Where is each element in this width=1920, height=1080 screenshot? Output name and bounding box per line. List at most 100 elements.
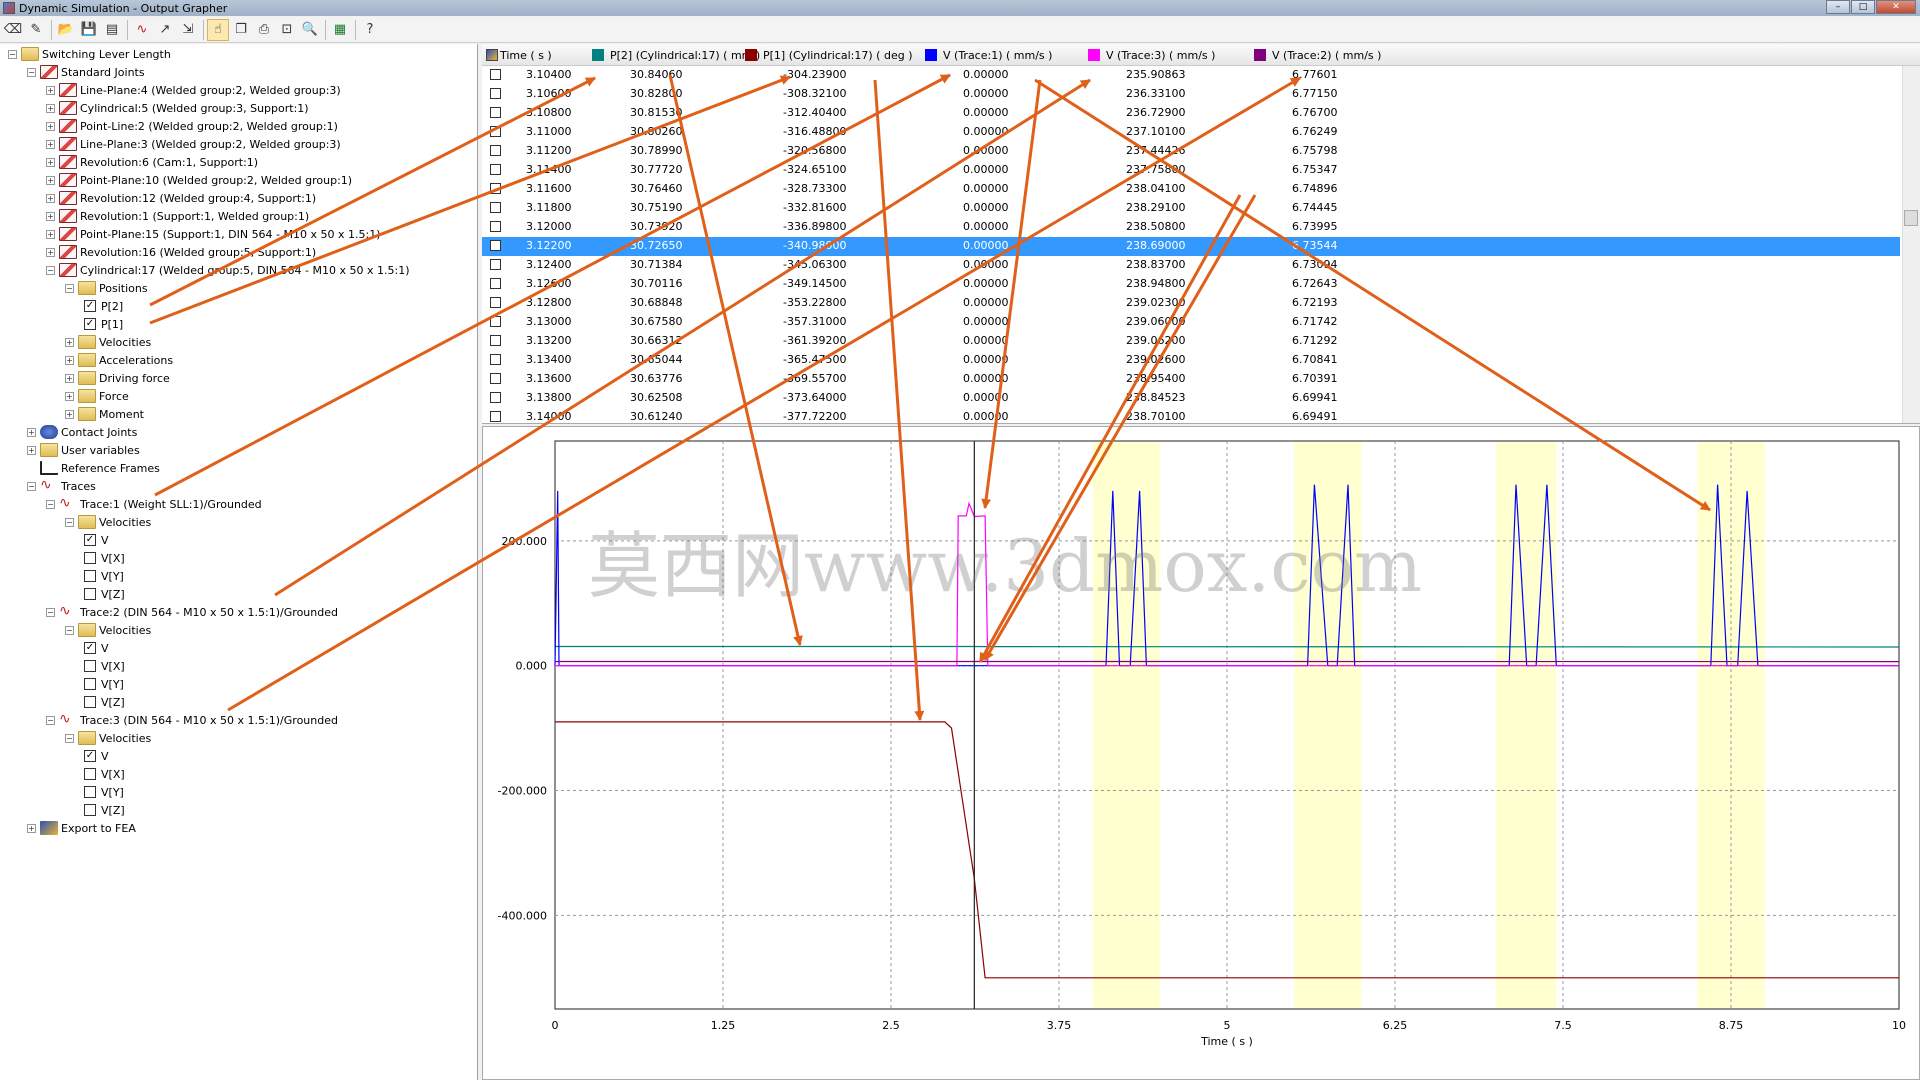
- row-checkbox[interactable]: [490, 316, 501, 327]
- table-row[interactable]: 3.11400 30.77720 -324.65100 0.00000 237.7580…: [482, 161, 1900, 180]
- fit-icon[interactable]: ⊡: [276, 19, 298, 41]
- collapse-icon[interactable]: −: [8, 49, 17, 59]
- table-row[interactable]: 3.12400 30.71384 -345.06300 0.00000 238.8370…: [482, 256, 1900, 275]
- zoom-icon[interactable]: 🔍: [299, 19, 321, 41]
- expand-icon[interactable]: +: [27, 823, 36, 833]
- tree-item[interactable]: V[X]: [84, 657, 125, 675]
- tree-checkbox[interactable]: [84, 570, 96, 582]
- table-row[interactable]: 3.11800 30.75190 -332.81600 0.00000 238.2910…: [482, 199, 1900, 218]
- table-row[interactable]: 3.12200 30.72650 -340.98000 0.00000 238.6900…: [482, 237, 1900, 256]
- tree-item[interactable]: ✓ P[2]: [84, 297, 123, 315]
- collapse-icon[interactable]: −: [27, 67, 36, 77]
- tree-item[interactable]: − Velocities: [65, 513, 151, 531]
- graph-panel[interactable]: 0 1.25 2.5 3.75 5 6.25 7.5 8.75 10 200.000 0.000 -2…: [482, 426, 1920, 1080]
- tree-checkbox[interactable]: ✓: [84, 318, 96, 330]
- row-checkbox[interactable]: [490, 240, 501, 251]
- tree-item[interactable]: − ∿ Traces: [27, 477, 96, 495]
- column-header[interactable]: Time ( s ): [500, 44, 552, 66]
- tree-item[interactable]: + Velocities: [65, 333, 151, 351]
- tree-checkbox[interactable]: [84, 678, 96, 690]
- tree-item[interactable]: − Switching Lever Length: [8, 45, 171, 63]
- tree-item[interactable]: − ∿ Trace:2 (DIN 564 - M10 x 50 x 1.5:1)/G…: [46, 603, 338, 621]
- pointer-icon[interactable]: ☝: [207, 18, 229, 41]
- expand-icon[interactable]: +: [65, 391, 74, 401]
- expand-icon[interactable]: +: [46, 85, 55, 95]
- tree-checkbox[interactable]: [84, 768, 96, 780]
- print-icon[interactable]: ⎙: [253, 19, 275, 41]
- tree-item[interactable]: + Point-Plane:15 (Support:1, DIN 564 - M1…: [46, 225, 381, 243]
- row-checkbox[interactable]: [490, 373, 501, 384]
- expand-icon[interactable]: +: [46, 211, 55, 221]
- eraser-icon[interactable]: ⌫: [2, 19, 24, 41]
- expand-icon[interactable]: +: [65, 337, 74, 347]
- row-checkbox[interactable]: [490, 259, 501, 270]
- minimize-button[interactable]: –: [1826, 0, 1850, 14]
- tree-checkbox[interactable]: [84, 588, 96, 600]
- tree-item[interactable]: + Moment: [65, 405, 144, 423]
- row-checkbox[interactable]: [490, 88, 501, 99]
- row-checkbox[interactable]: [490, 354, 501, 365]
- collapse-icon[interactable]: −: [46, 715, 55, 725]
- tree-checkbox[interactable]: ✓: [84, 750, 96, 762]
- row-checkbox[interactable]: [490, 297, 501, 308]
- row-checkbox[interactable]: [490, 164, 501, 175]
- copy-icon[interactable]: ❐: [230, 19, 252, 41]
- expand-icon[interactable]: +: [65, 409, 74, 419]
- column-header[interactable]: V (Trace:3) ( mm/s ): [1088, 44, 1215, 66]
- tree-item[interactable]: + Line-Plane:4 (Welded group:2, Welded gr…: [46, 81, 341, 99]
- table-row[interactable]: 3.13200 30.66312 -361.39200 0.00000 239.0620…: [482, 332, 1900, 351]
- table-row[interactable]: 3.10400 30.84060 -304.23900 0.00000 235.9086…: [482, 66, 1900, 85]
- row-checkbox[interactable]: [490, 278, 501, 289]
- maximize-button[interactable]: □: [1851, 0, 1875, 14]
- tree-item[interactable]: − Standard Joints: [27, 63, 145, 81]
- column-header[interactable]: P[2] (Cylindrical:17) ( mm ): [592, 44, 760, 66]
- pencil-icon[interactable]: ✎: [25, 19, 47, 41]
- tree-item[interactable]: − Velocities: [65, 729, 151, 747]
- table-row[interactable]: 3.11600 30.76460 -328.73300 0.00000 238.0410…: [482, 180, 1900, 199]
- row-checkbox[interactable]: [490, 107, 501, 118]
- table-row[interactable]: 3.12000 30.73920 -336.89800 0.00000 238.5080…: [482, 218, 1900, 237]
- excel-icon[interactable]: ▦: [329, 19, 351, 41]
- save-as-icon[interactable]: ▤: [101, 19, 123, 41]
- expand-icon[interactable]: +: [27, 427, 36, 437]
- collapse-icon[interactable]: −: [46, 265, 55, 275]
- row-checkbox[interactable]: [490, 183, 501, 194]
- tree-checkbox[interactable]: [84, 804, 96, 816]
- tree-item[interactable]: V[X]: [84, 765, 125, 783]
- help-icon[interactable]: ?: [359, 19, 381, 41]
- tree-item[interactable]: + Cylindrical:5 (Welded group:3, Support:…: [46, 99, 309, 117]
- row-checkbox[interactable]: [490, 221, 501, 232]
- column-header[interactable]: P[1] (Cylindrical:17) ( deg ): [745, 44, 912, 66]
- row-checkbox[interactable]: [490, 69, 501, 80]
- table-row[interactable]: 3.13600 30.63776 -369.55700 0.00000 238.9540…: [482, 370, 1900, 389]
- tree-checkbox[interactable]: ✓: [84, 642, 96, 654]
- tree-item[interactable]: Reference Frames: [27, 459, 160, 477]
- collapse-icon[interactable]: −: [27, 481, 36, 491]
- tree-checkbox[interactable]: [84, 696, 96, 708]
- table-row[interactable]: 3.10600 30.82800 -308.32100 0.00000 236.3310…: [482, 85, 1900, 104]
- expand-icon[interactable]: [27, 464, 36, 473]
- expand-icon[interactable]: +: [46, 121, 55, 131]
- expand-icon[interactable]: +: [46, 157, 55, 167]
- tree-item[interactable]: + Line-Plane:3 (Welded group:2, Welded gr…: [46, 135, 341, 153]
- tree-item[interactable]: V[Y]: [84, 567, 124, 585]
- table-row[interactable]: 3.10800 30.81530 -312.40400 0.00000 236.7290…: [482, 104, 1900, 123]
- tree-checkbox[interactable]: [84, 660, 96, 672]
- tree-item[interactable]: V[Z]: [84, 585, 125, 603]
- table-row[interactable]: 3.11200 30.78990 -320.56800 0.00000 237.4442…: [482, 142, 1900, 161]
- expand-icon[interactable]: +: [46, 193, 55, 203]
- collapse-icon[interactable]: −: [65, 733, 74, 743]
- expand-icon[interactable]: +: [46, 139, 55, 149]
- tree-item[interactable]: V[Z]: [84, 801, 125, 819]
- tree-item[interactable]: V[Y]: [84, 783, 124, 801]
- import-icon[interactable]: ⇲: [177, 19, 199, 41]
- collapse-icon[interactable]: −: [65, 517, 74, 527]
- table-row[interactable]: 3.13400 30.65044 -365.47500 0.00000 239.0260…: [482, 351, 1900, 370]
- tree-item[interactable]: + Export to FEA: [27, 819, 136, 837]
- tree-item[interactable]: + Accelerations: [65, 351, 173, 369]
- tree-item[interactable]: − Positions: [65, 279, 148, 297]
- table-scrollbar[interactable]: [1902, 66, 1920, 423]
- table-row[interactable]: 3.12600 30.70116 -349.14500 0.00000 238.9480…: [482, 275, 1900, 294]
- tree-item[interactable]: + Revolution:6 (Cam:1, Support:1): [46, 153, 258, 171]
- table-row[interactable]: 3.14000 30.61240 -377.72200 0.00000 238.7010…: [482, 408, 1900, 423]
